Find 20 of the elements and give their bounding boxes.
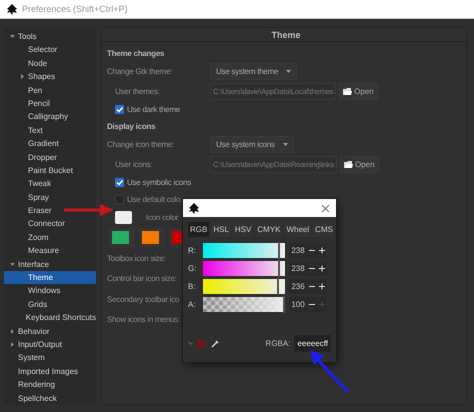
section-heading: Display icons xyxy=(107,120,156,133)
setting-label: Icon color xyxy=(146,213,178,222)
setting-label: Change Gtk theme: xyxy=(107,66,174,76)
channel-label: R: xyxy=(188,246,197,254)
setting-label: Secondary toolbar ico xyxy=(107,294,180,304)
dropdown-value: Use system icons xyxy=(216,140,275,148)
setting-label: Toolbox icon size: xyxy=(107,254,166,263)
setting-label: User icons: xyxy=(114,160,154,168)
panel-title: Theme xyxy=(102,28,466,42)
setting-label: Change icon theme: xyxy=(107,140,176,148)
setting-label: User themes: xyxy=(114,86,161,96)
channel-label: B: xyxy=(188,282,197,290)
rgba-label: RGBA: xyxy=(266,339,290,348)
channel-label: G: xyxy=(188,264,198,272)
window-title: Preferences (Shift+Ctrl+P) xyxy=(22,4,128,14)
section-heading: Theme changes xyxy=(107,48,166,60)
setting-label: Show icons in menus: xyxy=(107,315,180,324)
setting-label: Control bar icon size: xyxy=(107,274,177,284)
dropdown-value: Use system theme xyxy=(216,66,278,76)
channel-label: A: xyxy=(188,300,197,308)
